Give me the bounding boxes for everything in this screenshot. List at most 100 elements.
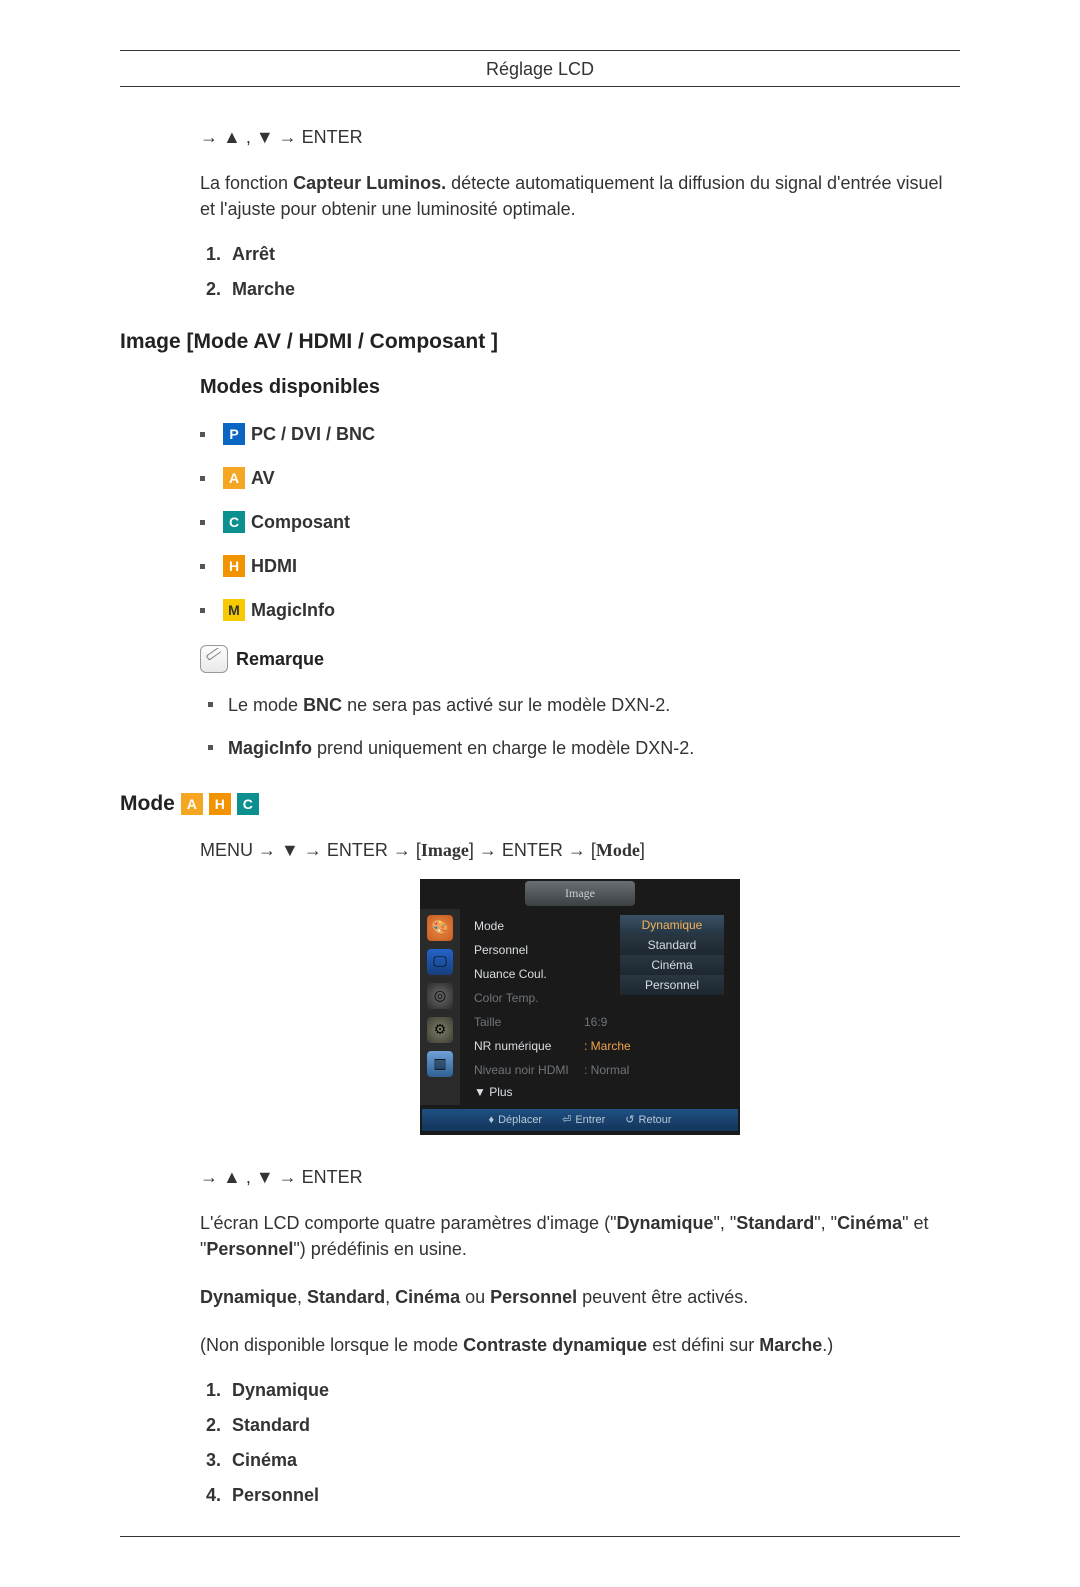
mode-av: A AV [200,467,960,489]
osd-select-column: Dynamique Standard Cinéma Personnel [620,915,724,995]
p1-b2: Standard [736,1213,814,1233]
footer-return: ↺ Retour [625,1113,671,1126]
mode-magicinfo: M MagicInfo [200,599,960,621]
mode-para-1: L'écran LCD comporte quatre paramètres d… [200,1210,960,1262]
osd-v-taille: 16:9 [584,1015,607,1029]
capteur-bold: Capteur Luminos. [293,173,446,193]
osd-v-niv: : Normal [584,1063,629,1077]
osd-titlebar: Image [420,879,740,909]
section-mode-title: Mode [120,792,175,816]
mode-pc: P PC / DVI / BNC [200,423,960,445]
r1-post: ne sera pas activé sur le modèle DXN-2. [342,695,670,715]
mode-para-3: (Non disponible lorsque le mode Contrast… [200,1332,960,1358]
capteur-options: Arrêt Marche [200,244,960,300]
bottom-rule [120,1536,960,1537]
mode-comp-label: Composant [251,512,350,533]
mode-av-label: AV [251,468,275,489]
mode-options: Dynamique Standard Cinéma Personnel [200,1380,960,1506]
osd-plus: ▼ Plus [474,1085,730,1099]
p2-b4: Personnel [490,1287,577,1307]
nav-sequence-1: → ▲ , ▼ → ENTER [200,127,960,148]
r2-post: prend uniquement en charge le modèle DXN… [312,738,694,758]
osd-l-niv: Niveau noir HDMI [474,1063,584,1077]
mode-hdmi-label: HDMI [251,556,297,577]
p1-b4: Personnel [206,1239,293,1259]
header-rule [120,86,960,87]
footer-move-label: Déplacer [498,1114,542,1126]
remarque-list: Le mode BNC ne sera pas activé sur le mo… [200,693,960,761]
opt-marche: Marche [226,279,960,300]
remarque-item-1: Le mode BNC ne sera pas activé sur le mo… [200,693,960,718]
bars-icon: ▥ [427,1051,453,1077]
opt-dynamique: Dynamique [226,1380,960,1401]
osd-sel-dynamique: Dynamique [620,915,724,935]
p2-b3: Cinéma [395,1287,460,1307]
footer-move: ♦ Déplacer [488,1114,542,1126]
p2-post: peuvent être activés. [577,1287,748,1307]
section-mode-body: MENU → ▼ → ENTER → [Image] → ENTER → [Mo… [200,840,960,1506]
mode-pc-label: PC / DVI / BNC [251,424,375,445]
osd-l-nuance: Nuance Coul. [474,967,584,981]
footer-enter: ⏎ Entrer [562,1113,605,1126]
monitor-icon: 🖵 [427,949,453,975]
p3-post: .) [822,1335,833,1355]
palette-icon: 🎨 [427,915,453,941]
note-icon [200,645,228,673]
footer-enter-label: Entrer [575,1114,605,1126]
mp-p2: ] → ENTER → [ [469,840,596,860]
bullet-icon [200,564,205,569]
p1-pre: L'écran LCD comporte quatre paramètres d… [200,1213,616,1233]
p2-b2: Standard [307,1287,385,1307]
osd-sel-personnel: Personnel [620,975,724,995]
osd-l-pers: Personnel [474,943,584,957]
bullet-icon [200,608,205,613]
p2-s1: , [297,1287,307,1307]
h-icon: H [223,555,245,577]
osd-row-taille: Taille16:9 [474,1013,730,1031]
a-icon: A [181,793,203,815]
section-image-body: Modes disponibles P PC / DVI / BNC A AV … [200,376,960,761]
section-mode-title-row: Mode A H C [120,792,960,816]
opt-standard: Standard [226,1415,960,1436]
osd-main: Mode Personnel Nuance Coul. Color Temp. … [460,909,740,1105]
mode-magicinfo-label: MagicInfo [251,600,335,621]
mode-comp: C Composant [200,511,960,533]
p3-b1: Contraste dynamique [463,1335,647,1355]
section-image-title: Image [Mode AV / HDMI / Composant ] [120,330,960,354]
r1-b: BNC [303,695,342,715]
mp-s1: Image [421,840,469,860]
osd-v-nr: : Marche [584,1039,631,1053]
page: Réglage LCD → ▲ , ▼ → ENTER La fonction … [0,0,1080,1587]
bullet-icon [200,432,205,437]
osd-footer: ♦ Déplacer ⏎ Entrer ↺ Retour [422,1109,738,1131]
gear-icon: ⚙ [427,1017,453,1043]
osd-sel-standard: Standard [620,935,724,955]
osd-l-mode: Mode [474,919,584,933]
bullet-icon [200,520,205,525]
p1-b3: Cinéma [837,1213,902,1233]
osd-l-nr: NR numérique [474,1039,584,1053]
menu-path: MENU → ▼ → ENTER → [Image] → ENTER → [Mo… [200,840,960,861]
capteur-paragraph: La fonction Capteur Luminos. détecte aut… [200,170,960,222]
section-capteur: → ▲ , ▼ → ENTER La fonction Capteur Lumi… [200,127,960,300]
mp-s2: Mode [596,840,640,860]
osd-row-niveau: Niveau noir HDMI: Normal [474,1061,730,1079]
c-icon: C [237,793,259,815]
p2-s3: ou [460,1287,490,1307]
mp-p3: ] [640,840,645,860]
osd-sel-cinema: Cinéma [620,955,724,975]
nav-sequence-2: → ▲ , ▼ → ENTER [200,1167,960,1188]
h-icon: H [209,793,231,815]
remarque-row: Remarque [200,645,960,673]
remarque-label: Remarque [236,649,324,670]
a-icon: A [223,467,245,489]
osd-panel: Image 🎨 🖵 ◎ ⚙ ▥ Mode Personnel Nuance Co… [420,879,740,1135]
page-header-title: Réglage LCD [120,59,960,80]
m-icon: M [223,599,245,621]
bullet-icon [200,476,205,481]
r2-b: MagicInfo [228,738,312,758]
c-icon: C [223,511,245,533]
top-rule [120,50,960,51]
mp-p1: MENU → ▼ → ENTER → [ [200,840,421,860]
p1-post: ") prédéfinis en usine. [293,1239,467,1259]
